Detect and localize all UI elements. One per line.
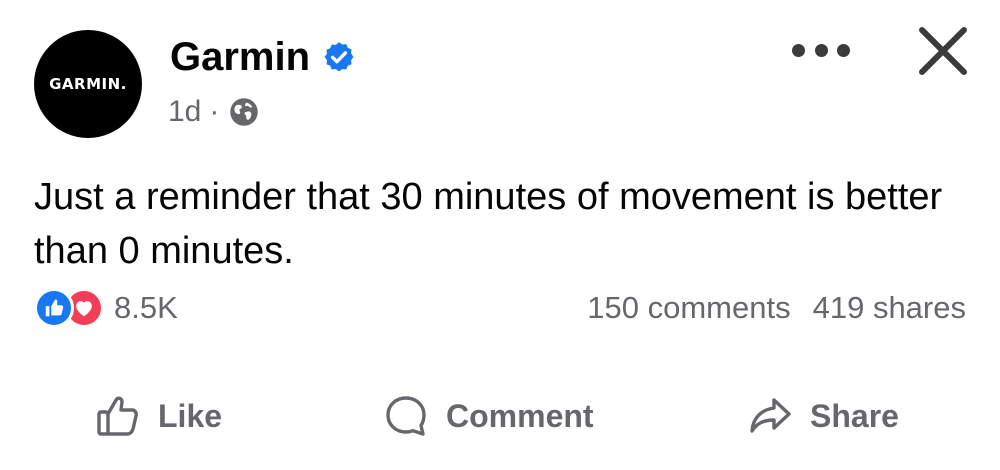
comment-button[interactable]: Comment bbox=[384, 386, 594, 446]
avatar[interactable]: GARMIN. bbox=[34, 30, 142, 138]
comment-label: Comment bbox=[446, 397, 594, 434]
like-button[interactable]: Like bbox=[96, 386, 222, 446]
share-label: Share bbox=[810, 397, 899, 434]
shares-count[interactable]: 419 shares bbox=[813, 290, 966, 326]
meta-separator: · bbox=[209, 95, 220, 128]
share-arrow-icon bbox=[750, 398, 791, 433]
post-timestamp[interactable]: 1d bbox=[168, 92, 201, 132]
like-label: Like bbox=[158, 397, 223, 434]
post-meta: 1d · bbox=[168, 92, 259, 132]
more-options-button[interactable] bbox=[788, 30, 854, 70]
engagement-counts: 150 comments 419 shares bbox=[587, 290, 966, 326]
more-dot-icon bbox=[814, 43, 828, 57]
more-dot-icon bbox=[837, 43, 850, 57]
like-reaction-icon bbox=[34, 288, 74, 328]
author-name[interactable]: Garmin bbox=[170, 33, 310, 81]
more-dot-icon bbox=[792, 43, 805, 57]
reaction-count[interactable]: 8.5K bbox=[114, 290, 178, 326]
globe-icon bbox=[230, 98, 259, 126]
action-bar: Like Comment Share bbox=[0, 386, 1000, 446]
post-author[interactable]: Garmin bbox=[170, 33, 356, 81]
comments-count[interactable]: 150 comments bbox=[587, 290, 790, 326]
share-button[interactable]: Share bbox=[748, 386, 899, 446]
post-text: Just a reminder that 30 minutes of movem… bbox=[34, 176, 943, 272]
verified-badge-icon bbox=[324, 42, 354, 72]
reactions-summary[interactable]: 8.5K bbox=[34, 288, 178, 328]
comment-bubble-icon bbox=[386, 396, 426, 436]
close-icon[interactable] bbox=[914, 22, 972, 80]
garmin-logo: GARMIN. bbox=[49, 75, 127, 93]
thumbs-up-icon bbox=[97, 396, 138, 436]
